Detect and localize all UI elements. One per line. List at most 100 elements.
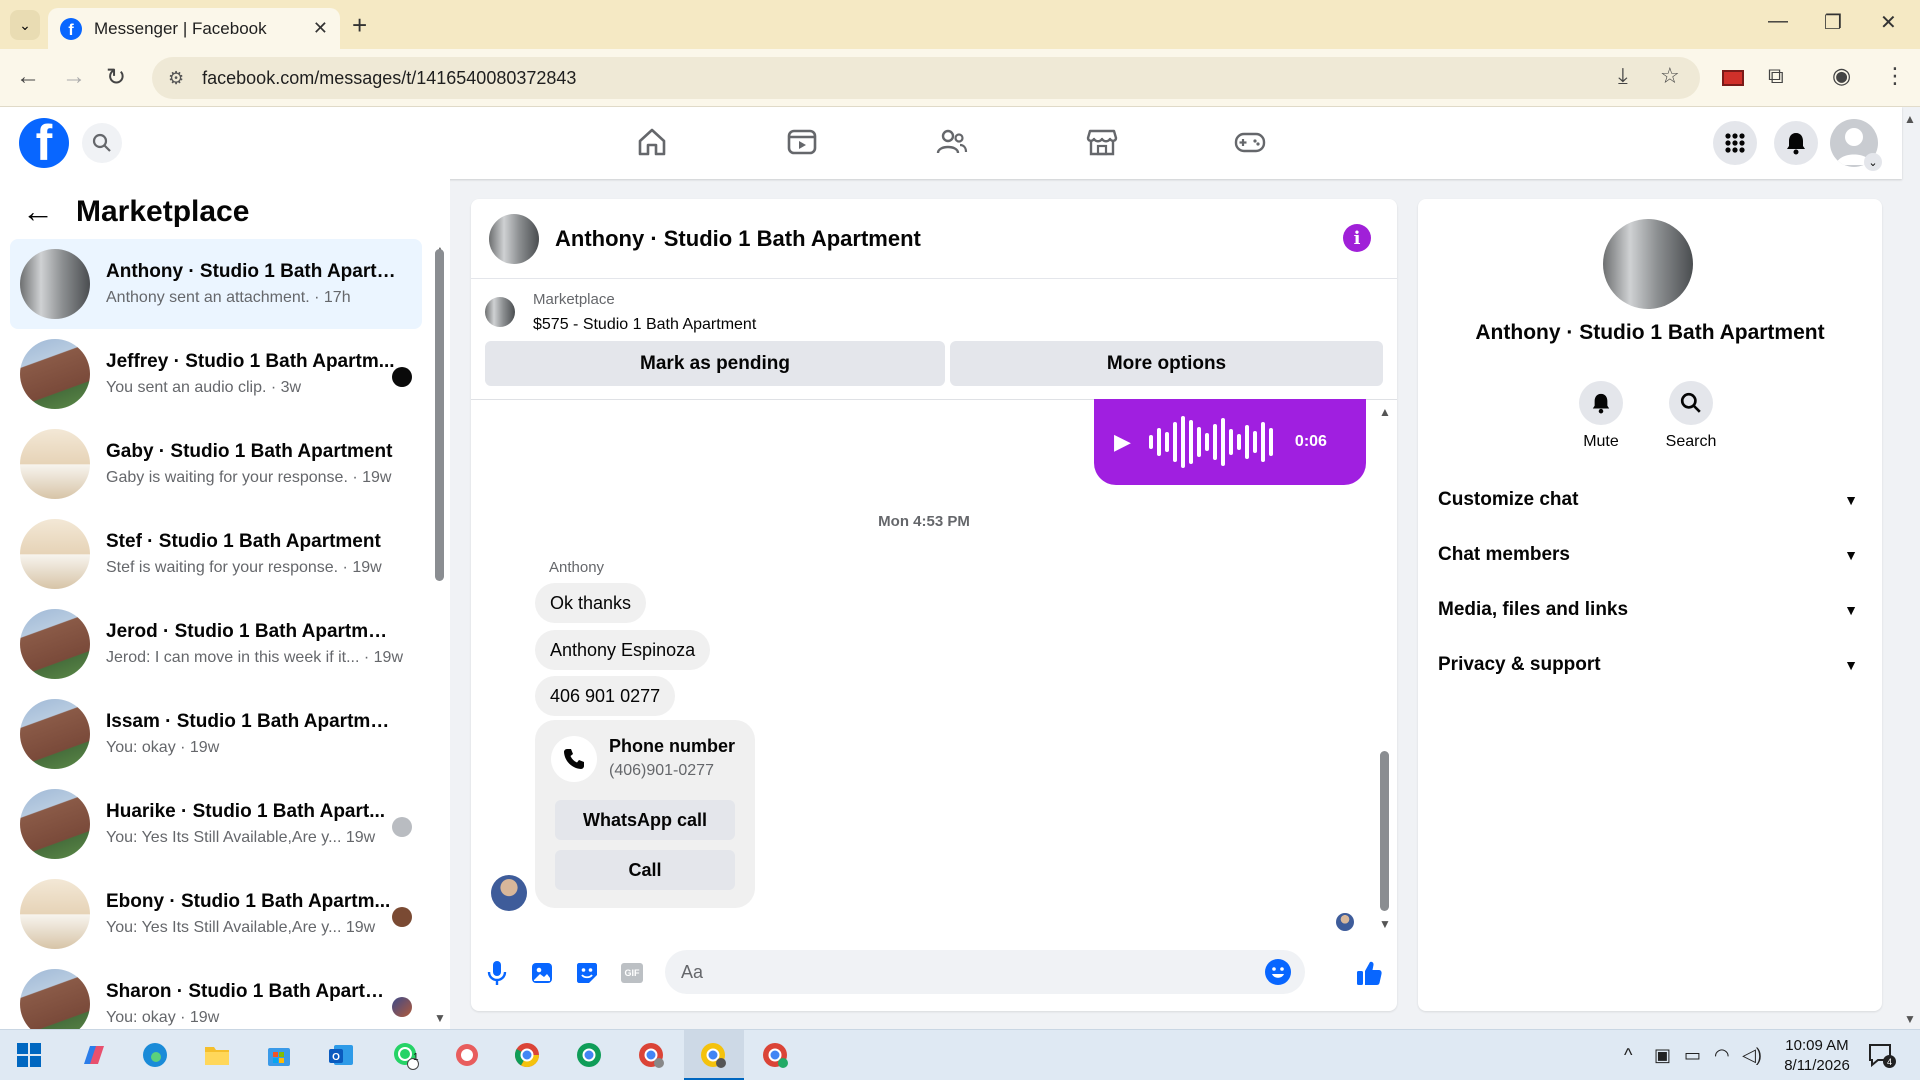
account-chevron-icon[interactable]: ⌄	[1864, 153, 1882, 171]
audio-message[interactable]: ▶ 0:06	[1094, 399, 1366, 485]
close-window-button[interactable]: ✕	[1880, 10, 1897, 35]
tab-search-button[interactable]: ⌄	[10, 10, 40, 40]
chat-title[interactable]: Anthony · Studio 1 Bath Apartment	[555, 226, 921, 252]
chat-avatar[interactable]	[489, 213, 539, 264]
customize-chat-row[interactable]: Customize chat ▼	[1438, 489, 1858, 511]
meet-now-icon[interactable]: ▣	[1654, 1045, 1671, 1066]
page-scroll-down-icon[interactable]: ▼	[1904, 1012, 1916, 1026]
sticker-icon[interactable]	[573, 959, 601, 987]
message-bubble[interactable]: Anthony Espinoza	[535, 630, 711, 670]
conversation-row[interactable]: Anthony · Studio 1 Bath Apartm... Anthony…	[10, 239, 422, 329]
sender-name: Anthony	[549, 559, 605, 576]
friends-icon[interactable]	[935, 125, 969, 159]
message-input[interactable]: Aa	[665, 950, 1305, 994]
emoji-icon[interactable]	[1265, 959, 1291, 985]
marketplace-icon[interactable]	[1085, 125, 1119, 159]
chrome-profile-icon[interactable]	[698, 1040, 728, 1070]
notifications-button[interactable]	[1774, 121, 1818, 165]
conversation-row[interactable]: Jerod · Studio 1 Bath Apartment Jerod: I …	[10, 599, 422, 689]
address-bar[interactable]: ⚙ facebook.com/messages/t/14165400803728…	[152, 57, 1700, 99]
conversation-row[interactable]: Stef · Studio 1 Bath Apartment Stef is wa…	[10, 509, 422, 599]
gif-icon[interactable]: GIF	[618, 959, 646, 987]
file-explorer-icon[interactable]	[202, 1040, 232, 1070]
menu-button[interactable]	[1713, 121, 1757, 165]
search-in-conversation-button[interactable]	[1669, 381, 1713, 425]
install-app-icon[interactable]: ⤓	[1618, 63, 1628, 89]
mute-action[interactable]: Mute	[1556, 381, 1646, 451]
play-icon[interactable]: ▶	[1114, 429, 1131, 455]
conversation-row[interactable]: Ebony · Studio 1 Bath Apartm... You: Yes …	[10, 869, 422, 959]
privacy-support-row[interactable]: Privacy & support ▼	[1438, 654, 1858, 676]
conversation-row[interactable]: Huarike · Studio 1 Bath Apart... You: Yes…	[10, 779, 422, 869]
back-icon[interactable]: ←	[16, 63, 40, 91]
thumbs-up-icon[interactable]	[1353, 959, 1385, 987]
close-tab-icon[interactable]: ✕	[313, 18, 328, 39]
details-avatar[interactable]	[1603, 219, 1693, 309]
page-scroll-up-icon[interactable]: ▲	[1904, 112, 1916, 126]
wifi-icon[interactable]: ◠	[1714, 1045, 1730, 1066]
photo-icon[interactable]	[528, 959, 556, 987]
mark-as-pending-button[interactable]: Mark as pending	[485, 341, 945, 386]
site-info-icon[interactable]: ⚙	[168, 68, 184, 89]
show-hidden-icons-icon[interactable]: ^	[1624, 1045, 1632, 1066]
system-clock[interactable]: 10:09 AM 8/11/2026	[1772, 1036, 1862, 1076]
message-bubble[interactable]: Ok thanks	[535, 583, 647, 623]
browser-tab-messenger[interactable]: f Messenger | Facebook ✕	[48, 8, 340, 49]
outlook-icon[interactable]: O	[326, 1040, 356, 1070]
chrome-menu-icon[interactable]: ⋮	[1884, 63, 1906, 89]
message-bubble[interactable]: 406 901 0277	[535, 676, 676, 716]
conversation-avatar	[20, 249, 90, 319]
whatsapp-call-button[interactable]: WhatsApp call	[555, 800, 735, 840]
extensions-icon[interactable]: ⧉	[1768, 63, 1784, 89]
chrome-profile-icon[interactable]	[636, 1040, 666, 1070]
microsoft-store-icon[interactable]	[264, 1040, 294, 1070]
chat-members-row[interactable]: Chat members ▼	[1438, 544, 1858, 566]
sender-avatar[interactable]	[491, 875, 527, 911]
gaming-icon[interactable]	[1233, 125, 1267, 159]
chat-scroll-down-icon[interactable]: ▼	[1379, 917, 1391, 931]
conversation-row[interactable]: Jeffrey · Studio 1 Bath Apartm... You sen…	[10, 329, 422, 419]
mute-label: Mute	[1583, 433, 1619, 450]
call-button[interactable]: Call	[555, 850, 735, 890]
more-options-button[interactable]: More options	[950, 341, 1383, 386]
video-icon[interactable]	[785, 125, 819, 159]
profile-icon[interactable]: ◉	[1832, 63, 1851, 89]
scroll-down-icon[interactable]: ▼	[434, 1011, 446, 1025]
extension-flag-icon[interactable]	[1722, 70, 1744, 86]
mute-button[interactable]	[1579, 381, 1623, 425]
windows-start-icon[interactable]	[14, 1040, 44, 1070]
chat-scroll-up-icon[interactable]: ▲	[1379, 405, 1391, 419]
conversation-row[interactable]: Issam · Studio 1 Bath Apartment You: okay…	[10, 689, 422, 779]
conversation-name: Huarike · Studio 1 Bath Apart...	[106, 801, 386, 822]
chrome-icon[interactable]	[512, 1040, 542, 1070]
volume-icon[interactable]: ◁)	[1742, 1045, 1762, 1066]
edge-icon[interactable]	[140, 1040, 170, 1070]
microphone-icon[interactable]	[483, 959, 511, 987]
waveform-bar	[1180, 416, 1185, 468]
facebook-logo-icon[interactable]: f	[19, 118, 69, 168]
chrome-profile-icon[interactable]	[574, 1040, 604, 1070]
conversation-info-icon[interactable]: i	[1343, 224, 1371, 252]
listing-summary[interactable]: Marketplace $575 - Studio 1 Bath Apartme…	[485, 291, 756, 334]
media-files-links-row[interactable]: Media, files and links ▼	[1438, 599, 1858, 621]
search-icon	[1680, 392, 1701, 413]
conversation-row[interactable]: Gaby · Studio 1 Bath Apartment Gaby is wa…	[10, 419, 422, 509]
facebook-search-button[interactable]	[82, 123, 122, 163]
back-arrow-icon[interactable]: ←	[22, 193, 54, 230]
snipping-tool-icon[interactable]	[452, 1040, 482, 1070]
chrome-profile-icon[interactable]	[760, 1040, 790, 1070]
menu-grid-icon	[1725, 133, 1745, 153]
restore-button[interactable]: ❐	[1824, 10, 1842, 35]
battery-icon[interactable]: ▭	[1684, 1045, 1701, 1066]
conversation-list-scrollbar[interactable]	[435, 249, 444, 581]
reload-icon[interactable]: ↻	[106, 63, 126, 92]
notification-center-icon[interactable]: 4	[1866, 1041, 1896, 1069]
new-tab-button[interactable]: +	[352, 10, 367, 41]
copilot-icon[interactable]	[78, 1040, 108, 1070]
bookmark-star-icon[interactable]: ☆	[1660, 63, 1680, 89]
search-action[interactable]: Search	[1646, 381, 1736, 451]
forward-icon[interactable]: →	[62, 63, 86, 91]
minimize-button[interactable]: —	[1768, 10, 1788, 33]
home-icon[interactable]	[635, 125, 669, 159]
chat-scrollbar[interactable]	[1380, 751, 1389, 911]
